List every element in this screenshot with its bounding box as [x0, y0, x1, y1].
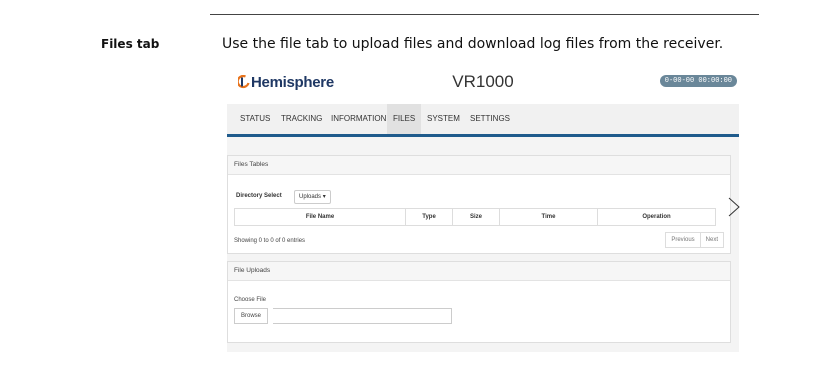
- column-operation[interactable]: Operation: [597, 208, 716, 226]
- files-content: Files Tables Directory Select Uploads ▾ …: [227, 137, 739, 352]
- app-header: Hemisphere VR1000 0-00-00 00:00:00: [227, 64, 739, 102]
- column-time[interactable]: Time: [499, 208, 598, 226]
- pagination: Previous Next: [665, 232, 724, 248]
- directory-select-label: Directory Select: [236, 193, 282, 199]
- caret-down-icon: ▾: [322, 194, 326, 200]
- tab-status[interactable]: STATUS: [234, 104, 276, 134]
- tab-files[interactable]: FILES: [387, 104, 422, 134]
- clock-badge: 0-00-00 00:00:00: [659, 75, 737, 87]
- table-entries-info: Showing 0 to 0 of 0 entries: [234, 238, 306, 244]
- panel-title: Files Tables: [228, 156, 730, 175]
- tab-system[interactable]: SYSTEM: [421, 104, 466, 134]
- chevron-right-icon[interactable]: [726, 196, 742, 218]
- column-size[interactable]: Size: [452, 208, 500, 226]
- table-header-row: File Name Type Size Time Operation: [234, 208, 716, 226]
- files-table: File Name Type Size Time Operation: [234, 208, 716, 226]
- main-nav: STATUS TRACKING INFORMATION FILES SYSTEM…: [227, 104, 739, 137]
- panel-title: File Uploads: [228, 262, 730, 281]
- previous-button[interactable]: Previous: [665, 232, 701, 248]
- intro-text: Use the file tab to upload files and dow…: [222, 36, 724, 52]
- column-file-name[interactable]: File Name: [234, 208, 406, 226]
- section-heading: Files tab: [101, 37, 160, 51]
- file-uploads-panel: File Uploads Choose File Browse: [227, 261, 731, 343]
- ui-screenshot: Hemisphere VR1000 0-00-00 00:00:00 STATU…: [227, 64, 739, 352]
- file-path-field[interactable]: [273, 308, 452, 324]
- next-button[interactable]: Next: [700, 232, 724, 248]
- column-type[interactable]: Type: [405, 208, 453, 226]
- files-tables-panel: Files Tables Directory Select Uploads ▾ …: [227, 155, 731, 254]
- tab-settings[interactable]: SETTINGS: [464, 104, 516, 134]
- tab-tracking[interactable]: TRACKING: [275, 104, 328, 134]
- tab-information[interactable]: INFORMATION: [325, 104, 392, 134]
- browse-button[interactable]: Browse: [234, 308, 269, 324]
- choose-file-label: Choose File: [234, 297, 267, 303]
- header-rule: [210, 14, 759, 15]
- directory-select-dropdown[interactable]: Uploads ▾: [294, 190, 331, 204]
- directory-value: Uploads: [299, 194, 322, 200]
